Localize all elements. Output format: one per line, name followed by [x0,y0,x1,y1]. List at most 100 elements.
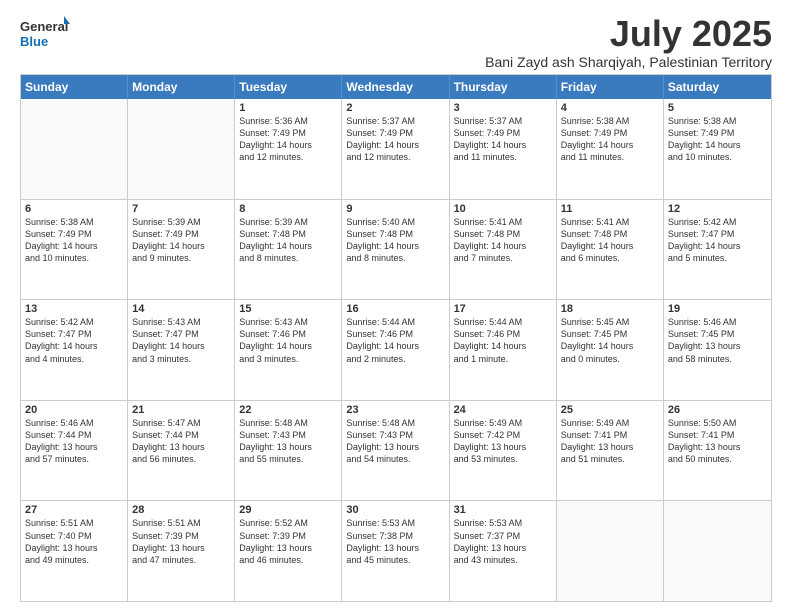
day-number: 24 [454,404,552,416]
day-cell-28: 28Sunrise: 5:51 AMSunset: 7:39 PMDayligh… [128,501,235,601]
day-number: 9 [346,203,444,215]
day-number: 20 [25,404,123,416]
location-title: Bani Zayd ash Sharqiyah, Palestinian Ter… [485,54,772,70]
svg-text:General: General [20,19,68,34]
day-cell-19: 19Sunrise: 5:46 AMSunset: 7:45 PMDayligh… [664,300,771,400]
day-cell-22: 22Sunrise: 5:48 AMSunset: 7:43 PMDayligh… [235,401,342,501]
day-header-friday: Friday [557,75,664,99]
cell-info: Sunrise: 5:37 AMSunset: 7:49 PMDaylight:… [454,115,552,164]
day-header-wednesday: Wednesday [342,75,449,99]
day-number: 26 [668,404,767,416]
cell-info: Sunrise: 5:46 AMSunset: 7:45 PMDaylight:… [668,316,767,365]
cell-info: Sunrise: 5:52 AMSunset: 7:39 PMDaylight:… [239,517,337,566]
day-cell-6: 6Sunrise: 5:38 AMSunset: 7:49 PMDaylight… [21,200,128,300]
day-number: 7 [132,203,230,215]
day-cell-30: 30Sunrise: 5:53 AMSunset: 7:38 PMDayligh… [342,501,449,601]
day-cell-13: 13Sunrise: 5:42 AMSunset: 7:47 PMDayligh… [21,300,128,400]
cell-info: Sunrise: 5:37 AMSunset: 7:49 PMDaylight:… [346,115,444,164]
day-cell-2: 2Sunrise: 5:37 AMSunset: 7:49 PMDaylight… [342,99,449,199]
day-cell-7: 7Sunrise: 5:39 AMSunset: 7:49 PMDaylight… [128,200,235,300]
day-cell-26: 26Sunrise: 5:50 AMSunset: 7:41 PMDayligh… [664,401,771,501]
cell-info: Sunrise: 5:36 AMSunset: 7:49 PMDaylight:… [239,115,337,164]
cell-info: Sunrise: 5:38 AMSunset: 7:49 PMDaylight:… [561,115,659,164]
cell-info: Sunrise: 5:43 AMSunset: 7:46 PMDaylight:… [239,316,337,365]
cell-info: Sunrise: 5:44 AMSunset: 7:46 PMDaylight:… [346,316,444,365]
cell-info: Sunrise: 5:42 AMSunset: 7:47 PMDaylight:… [25,316,123,365]
week-row-4: 20Sunrise: 5:46 AMSunset: 7:44 PMDayligh… [21,400,771,501]
day-cell-24: 24Sunrise: 5:49 AMSunset: 7:42 PMDayligh… [450,401,557,501]
day-number: 1 [239,102,337,114]
day-cell-10: 10Sunrise: 5:41 AMSunset: 7:48 PMDayligh… [450,200,557,300]
empty-cell [128,99,235,199]
cell-info: Sunrise: 5:45 AMSunset: 7:45 PMDaylight:… [561,316,659,365]
day-header-sunday: Sunday [21,75,128,99]
logo: General Blue [20,16,70,56]
empty-cell [21,99,128,199]
week-row-3: 13Sunrise: 5:42 AMSunset: 7:47 PMDayligh… [21,299,771,400]
day-number: 28 [132,504,230,516]
cell-info: Sunrise: 5:39 AMSunset: 7:49 PMDaylight:… [132,216,230,265]
cell-info: Sunrise: 5:38 AMSunset: 7:49 PMDaylight:… [668,115,767,164]
week-row-5: 27Sunrise: 5:51 AMSunset: 7:40 PMDayligh… [21,500,771,601]
logo-svg: General Blue [20,16,70,56]
cell-info: Sunrise: 5:49 AMSunset: 7:42 PMDaylight:… [454,417,552,466]
cell-info: Sunrise: 5:50 AMSunset: 7:41 PMDaylight:… [668,417,767,466]
day-header-tuesday: Tuesday [235,75,342,99]
day-cell-14: 14Sunrise: 5:43 AMSunset: 7:47 PMDayligh… [128,300,235,400]
day-cell-4: 4Sunrise: 5:38 AMSunset: 7:49 PMDaylight… [557,99,664,199]
day-cell-15: 15Sunrise: 5:43 AMSunset: 7:46 PMDayligh… [235,300,342,400]
calendar-body: 1Sunrise: 5:36 AMSunset: 7:49 PMDaylight… [21,99,771,601]
title-block: July 2025 Bani Zayd ash Sharqiyah, Pales… [485,16,772,70]
day-cell-16: 16Sunrise: 5:44 AMSunset: 7:46 PMDayligh… [342,300,449,400]
day-number: 14 [132,303,230,315]
cell-info: Sunrise: 5:48 AMSunset: 7:43 PMDaylight:… [239,417,337,466]
month-title: July 2025 [485,16,772,52]
day-number: 3 [454,102,552,114]
day-number: 8 [239,203,337,215]
day-header-thursday: Thursday [450,75,557,99]
cell-info: Sunrise: 5:41 AMSunset: 7:48 PMDaylight:… [454,216,552,265]
day-number: 5 [668,102,767,114]
day-number: 13 [25,303,123,315]
week-row-2: 6Sunrise: 5:38 AMSunset: 7:49 PMDaylight… [21,199,771,300]
cell-info: Sunrise: 5:46 AMSunset: 7:44 PMDaylight:… [25,417,123,466]
day-number: 30 [346,504,444,516]
day-number: 12 [668,203,767,215]
cell-info: Sunrise: 5:53 AMSunset: 7:37 PMDaylight:… [454,517,552,566]
day-number: 19 [668,303,767,315]
day-number: 2 [346,102,444,114]
day-number: 16 [346,303,444,315]
cell-info: Sunrise: 5:44 AMSunset: 7:46 PMDaylight:… [454,316,552,365]
day-header-monday: Monday [128,75,235,99]
day-number: 25 [561,404,659,416]
empty-cell [557,501,664,601]
day-number: 17 [454,303,552,315]
day-cell-29: 29Sunrise: 5:52 AMSunset: 7:39 PMDayligh… [235,501,342,601]
day-number: 6 [25,203,123,215]
cell-info: Sunrise: 5:41 AMSunset: 7:48 PMDaylight:… [561,216,659,265]
page-header: General Blue July 2025 Bani Zayd ash Sha… [20,16,772,70]
day-number: 23 [346,404,444,416]
day-cell-21: 21Sunrise: 5:47 AMSunset: 7:44 PMDayligh… [128,401,235,501]
cell-info: Sunrise: 5:38 AMSunset: 7:49 PMDaylight:… [25,216,123,265]
day-cell-8: 8Sunrise: 5:39 AMSunset: 7:48 PMDaylight… [235,200,342,300]
day-cell-23: 23Sunrise: 5:48 AMSunset: 7:43 PMDayligh… [342,401,449,501]
day-cell-18: 18Sunrise: 5:45 AMSunset: 7:45 PMDayligh… [557,300,664,400]
day-number: 27 [25,504,123,516]
day-cell-12: 12Sunrise: 5:42 AMSunset: 7:47 PMDayligh… [664,200,771,300]
cell-info: Sunrise: 5:51 AMSunset: 7:40 PMDaylight:… [25,517,123,566]
cell-info: Sunrise: 5:47 AMSunset: 7:44 PMDaylight:… [132,417,230,466]
day-cell-20: 20Sunrise: 5:46 AMSunset: 7:44 PMDayligh… [21,401,128,501]
day-number: 11 [561,203,659,215]
day-cell-3: 3Sunrise: 5:37 AMSunset: 7:49 PMDaylight… [450,99,557,199]
calendar-header: SundayMondayTuesdayWednesdayThursdayFrid… [21,75,771,99]
day-cell-1: 1Sunrise: 5:36 AMSunset: 7:49 PMDaylight… [235,99,342,199]
day-cell-9: 9Sunrise: 5:40 AMSunset: 7:48 PMDaylight… [342,200,449,300]
day-number: 21 [132,404,230,416]
day-cell-5: 5Sunrise: 5:38 AMSunset: 7:49 PMDaylight… [664,99,771,199]
calendar: SundayMondayTuesdayWednesdayThursdayFrid… [20,74,772,602]
day-number: 4 [561,102,659,114]
week-row-1: 1Sunrise: 5:36 AMSunset: 7:49 PMDaylight… [21,99,771,199]
cell-info: Sunrise: 5:48 AMSunset: 7:43 PMDaylight:… [346,417,444,466]
day-number: 10 [454,203,552,215]
